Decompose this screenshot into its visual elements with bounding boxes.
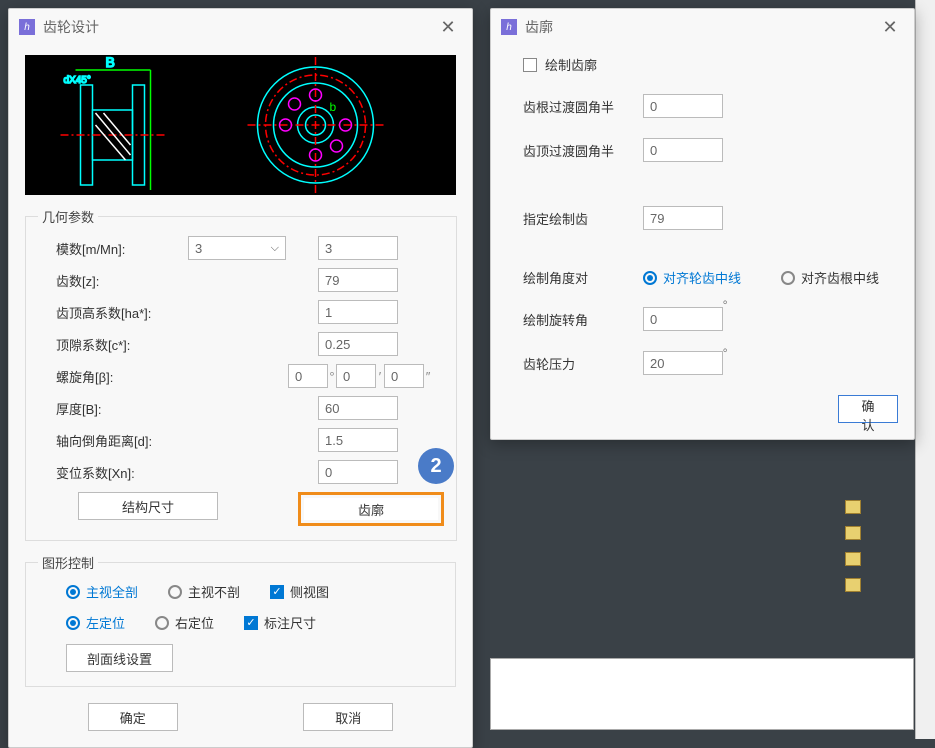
svg-text:B: B <box>106 55 115 70</box>
tooth-profile-dialog: h 齿廓 ✕ 绘制齿廓 齿根过渡圆角半 齿顶过渡圆角半 指定绘制齿 <box>490 8 915 440</box>
tooth-profile-highlight: 齿廓 <box>298 492 444 526</box>
shift-input[interactable] <box>318 460 398 484</box>
clearance-label: 顶隙系数[c*]: <box>38 335 188 354</box>
tooth-profile-button[interactable]: 齿廓 <box>304 498 438 520</box>
pressure-input[interactable] <box>643 351 723 375</box>
gear-design-dialog: h 齿轮设计 ✕ B dX45° <box>8 8 473 748</box>
spec-teeth-input[interactable] <box>643 206 723 230</box>
pressure-label: 齿轮压力 <box>523 354 643 373</box>
tooth-profile-title: 齿廓 <box>525 17 553 37</box>
confirm-button[interactable]: 确认 <box>838 395 898 423</box>
thickness-label: 厚度[B]: <box>38 399 188 418</box>
radio-align-center[interactable]: 对齐轮齿中线 <box>643 268 741 287</box>
gear-design-titlebar[interactable]: h 齿轮设计 ✕ <box>9 9 472 45</box>
structure-size-button[interactable]: 结构尺寸 <box>78 492 218 520</box>
geom-legend: 几何参数 <box>38 207 98 226</box>
root-fillet-input[interactable] <box>643 94 723 118</box>
svg-text:dX45°: dX45° <box>64 75 91 86</box>
draw-profile-checkbox[interactable] <box>523 58 537 72</box>
radio-no-section[interactable]: 主视不剖 <box>168 582 240 601</box>
close-icon[interactable]: ✕ <box>434 15 462 39</box>
rot-angle-label: 绘制旋转角 <box>523 310 643 329</box>
app-icon: h <box>501 19 517 35</box>
tip-fillet-label: 齿顶过渡圆角半 <box>523 141 643 160</box>
helix-label: 螺旋角[β]: <box>38 367 188 386</box>
hatch-settings-button[interactable]: 剖面线设置 <box>66 644 173 672</box>
teeth-label: 齿数[z]: <box>38 271 188 290</box>
folder-icon[interactable] <box>845 552 861 566</box>
sidebar-folder-icons <box>845 500 861 592</box>
modulus-input[interactable] <box>318 236 398 260</box>
helix-sec-input[interactable] <box>384 364 424 388</box>
chamfer-input[interactable] <box>318 428 398 452</box>
chamfer-label: 轴向倒角距离[d]: <box>38 431 188 450</box>
check-side-view[interactable]: ✓侧视图 <box>270 582 329 601</box>
cancel-button[interactable]: 取消 <box>303 703 393 731</box>
geometry-params-group: 几何参数 模数[m/Mn]: 3 齿数[z]: 齿顶高系数[ha*]: 顶隙系数… <box>25 207 457 541</box>
modulus-label: 模数[m/Mn]: <box>38 239 188 258</box>
thickness-input[interactable] <box>318 396 398 420</box>
gear-preview-image: B dX45° <box>25 55 456 195</box>
radio-full-section[interactable]: 主视全剖 <box>66 582 138 601</box>
right-toolbar-strip <box>915 0 935 739</box>
spec-teeth-label: 指定绘制齿 <box>523 209 643 228</box>
tip-fillet-input[interactable] <box>643 138 723 162</box>
graphic-legend: 图形控制 <box>38 553 98 572</box>
teeth-input[interactable] <box>318 268 398 292</box>
addendum-input[interactable] <box>318 300 398 324</box>
gear-design-title: 齿轮设计 <box>43 17 99 37</box>
angle-align-label: 绘制角度对 <box>523 268 643 287</box>
modulus-select[interactable]: 3 <box>188 236 286 260</box>
graphic-control-group: 图形控制 主视全剖 主视不剖 ✓侧视图 左定位 右定位 ✓标注尺寸 剖面线设置 <box>25 553 456 687</box>
folder-icon[interactable] <box>845 526 861 540</box>
folder-icon[interactable] <box>845 500 861 514</box>
helix-min-input[interactable] <box>336 364 376 388</box>
radio-left-align[interactable]: 左定位 <box>66 613 125 632</box>
ok-button[interactable]: 确定 <box>88 703 178 731</box>
app-icon: h <box>19 19 35 35</box>
svg-text:b: b <box>330 100 337 114</box>
radio-align-root[interactable]: 对齐齿根中线 <box>781 268 879 287</box>
clearance-input[interactable] <box>318 332 398 356</box>
helix-deg-input[interactable] <box>288 364 328 388</box>
rot-angle-input[interactable] <box>643 307 723 331</box>
folder-icon[interactable] <box>845 578 861 592</box>
bottom-panel <box>490 658 914 730</box>
tooth-profile-titlebar[interactable]: h 齿廓 ✕ <box>491 9 914 45</box>
close-icon[interactable]: ✕ <box>876 15 904 39</box>
addendum-label: 齿顶高系数[ha*]: <box>38 303 188 322</box>
root-fillet-label: 齿根过渡圆角半 <box>523 97 643 116</box>
radio-right-align[interactable]: 右定位 <box>155 613 214 632</box>
check-dim-label[interactable]: ✓标注尺寸 <box>244 613 316 632</box>
draw-profile-label: 绘制齿廓 <box>545 55 597 74</box>
callout-number-2: 2 <box>418 448 454 484</box>
shift-label: 变位系数[Xn]: <box>38 463 188 482</box>
